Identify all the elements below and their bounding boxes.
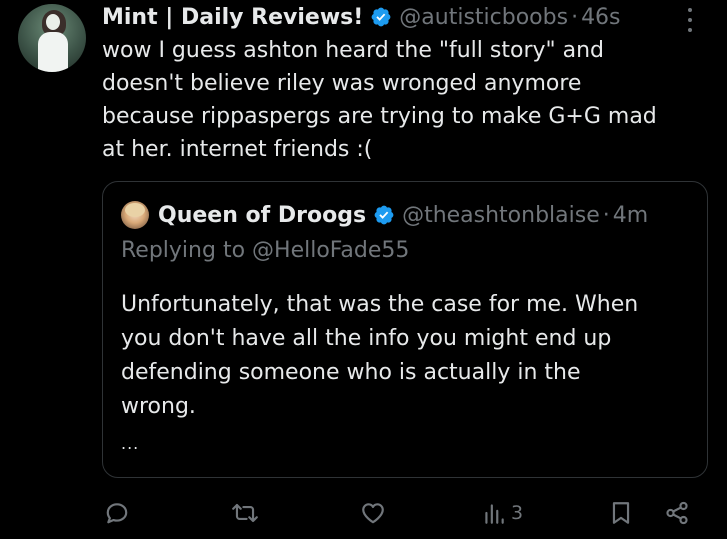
tweet-text: wow I guess ashton heard the "full story… — [102, 34, 702, 166]
display-name[interactable]: Mint | Daily Reviews! — [102, 5, 363, 30]
tweet-text-line: at her. internet friends :( — [102, 137, 373, 162]
quoted-handle[interactable]: @theashtonblaise — [402, 203, 600, 228]
quoted-text-line: defending someone who is actually in the — [121, 360, 581, 385]
share-icon — [666, 501, 688, 525]
quoted-display-name[interactable]: Queen of Droogs — [158, 203, 366, 228]
bookmark-button[interactable] — [609, 497, 633, 529]
quoted-avatar[interactable] — [121, 201, 149, 229]
views-count: 3 — [511, 502, 524, 524]
quoted-tweet-header: Queen of Droogs @theashtonblaise · 4m — [121, 200, 648, 230]
quoted-text-line: wrong. — [121, 394, 196, 419]
handle[interactable]: @autisticboobs — [399, 5, 568, 30]
quoted-tweet-text: Unfortunately, that was the case for me.… — [121, 288, 691, 424]
avatar[interactable] — [18, 4, 86, 72]
views-button[interactable]: 3 — [483, 497, 523, 529]
reply-icon — [106, 503, 128, 524]
verified-badge-icon — [374, 205, 394, 225]
more-options-icon[interactable] — [686, 8, 694, 32]
quoted-text-line: you don't have all the info you might en… — [121, 326, 612, 351]
share-button[interactable] — [664, 497, 690, 529]
tweet[interactable]: Mint | Daily Reviews! @autisticboobs · 4… — [0, 0, 727, 539]
separator: · — [602, 202, 610, 228]
quoted-text-line: Unfortunately, that was the case for me.… — [121, 292, 639, 317]
tweet-text-line: wow I guess ashton heard the "full story… — [102, 38, 605, 63]
replying-to[interactable]: Replying to @HelloFade55 — [121, 238, 409, 263]
retweet-button[interactable] — [230, 497, 260, 529]
truncation-ellipsis: ... — [121, 434, 140, 453]
quoted-timestamp[interactable]: 4m — [613, 203, 648, 228]
like-icon — [362, 503, 384, 524]
tweet-text-line: doesn't believe riley was wronged anymor… — [102, 71, 582, 96]
separator: · — [571, 4, 579, 30]
tweet-header: Mint | Daily Reviews! @autisticboobs · 4… — [102, 2, 621, 32]
verified-badge-icon — [371, 7, 391, 27]
views-icon — [485, 504, 504, 524]
like-button[interactable] — [359, 497, 387, 529]
retweet-icon — [232, 503, 258, 523]
bookmark-icon — [612, 502, 630, 524]
timestamp[interactable]: 46s — [581, 5, 620, 30]
tweet-text-line: because rippaspergs are trying to make G… — [102, 104, 657, 129]
quoted-tweet[interactable]: Queen of Droogs @theashtonblaise · 4m Re… — [102, 181, 708, 478]
reply-button[interactable] — [104, 497, 130, 529]
